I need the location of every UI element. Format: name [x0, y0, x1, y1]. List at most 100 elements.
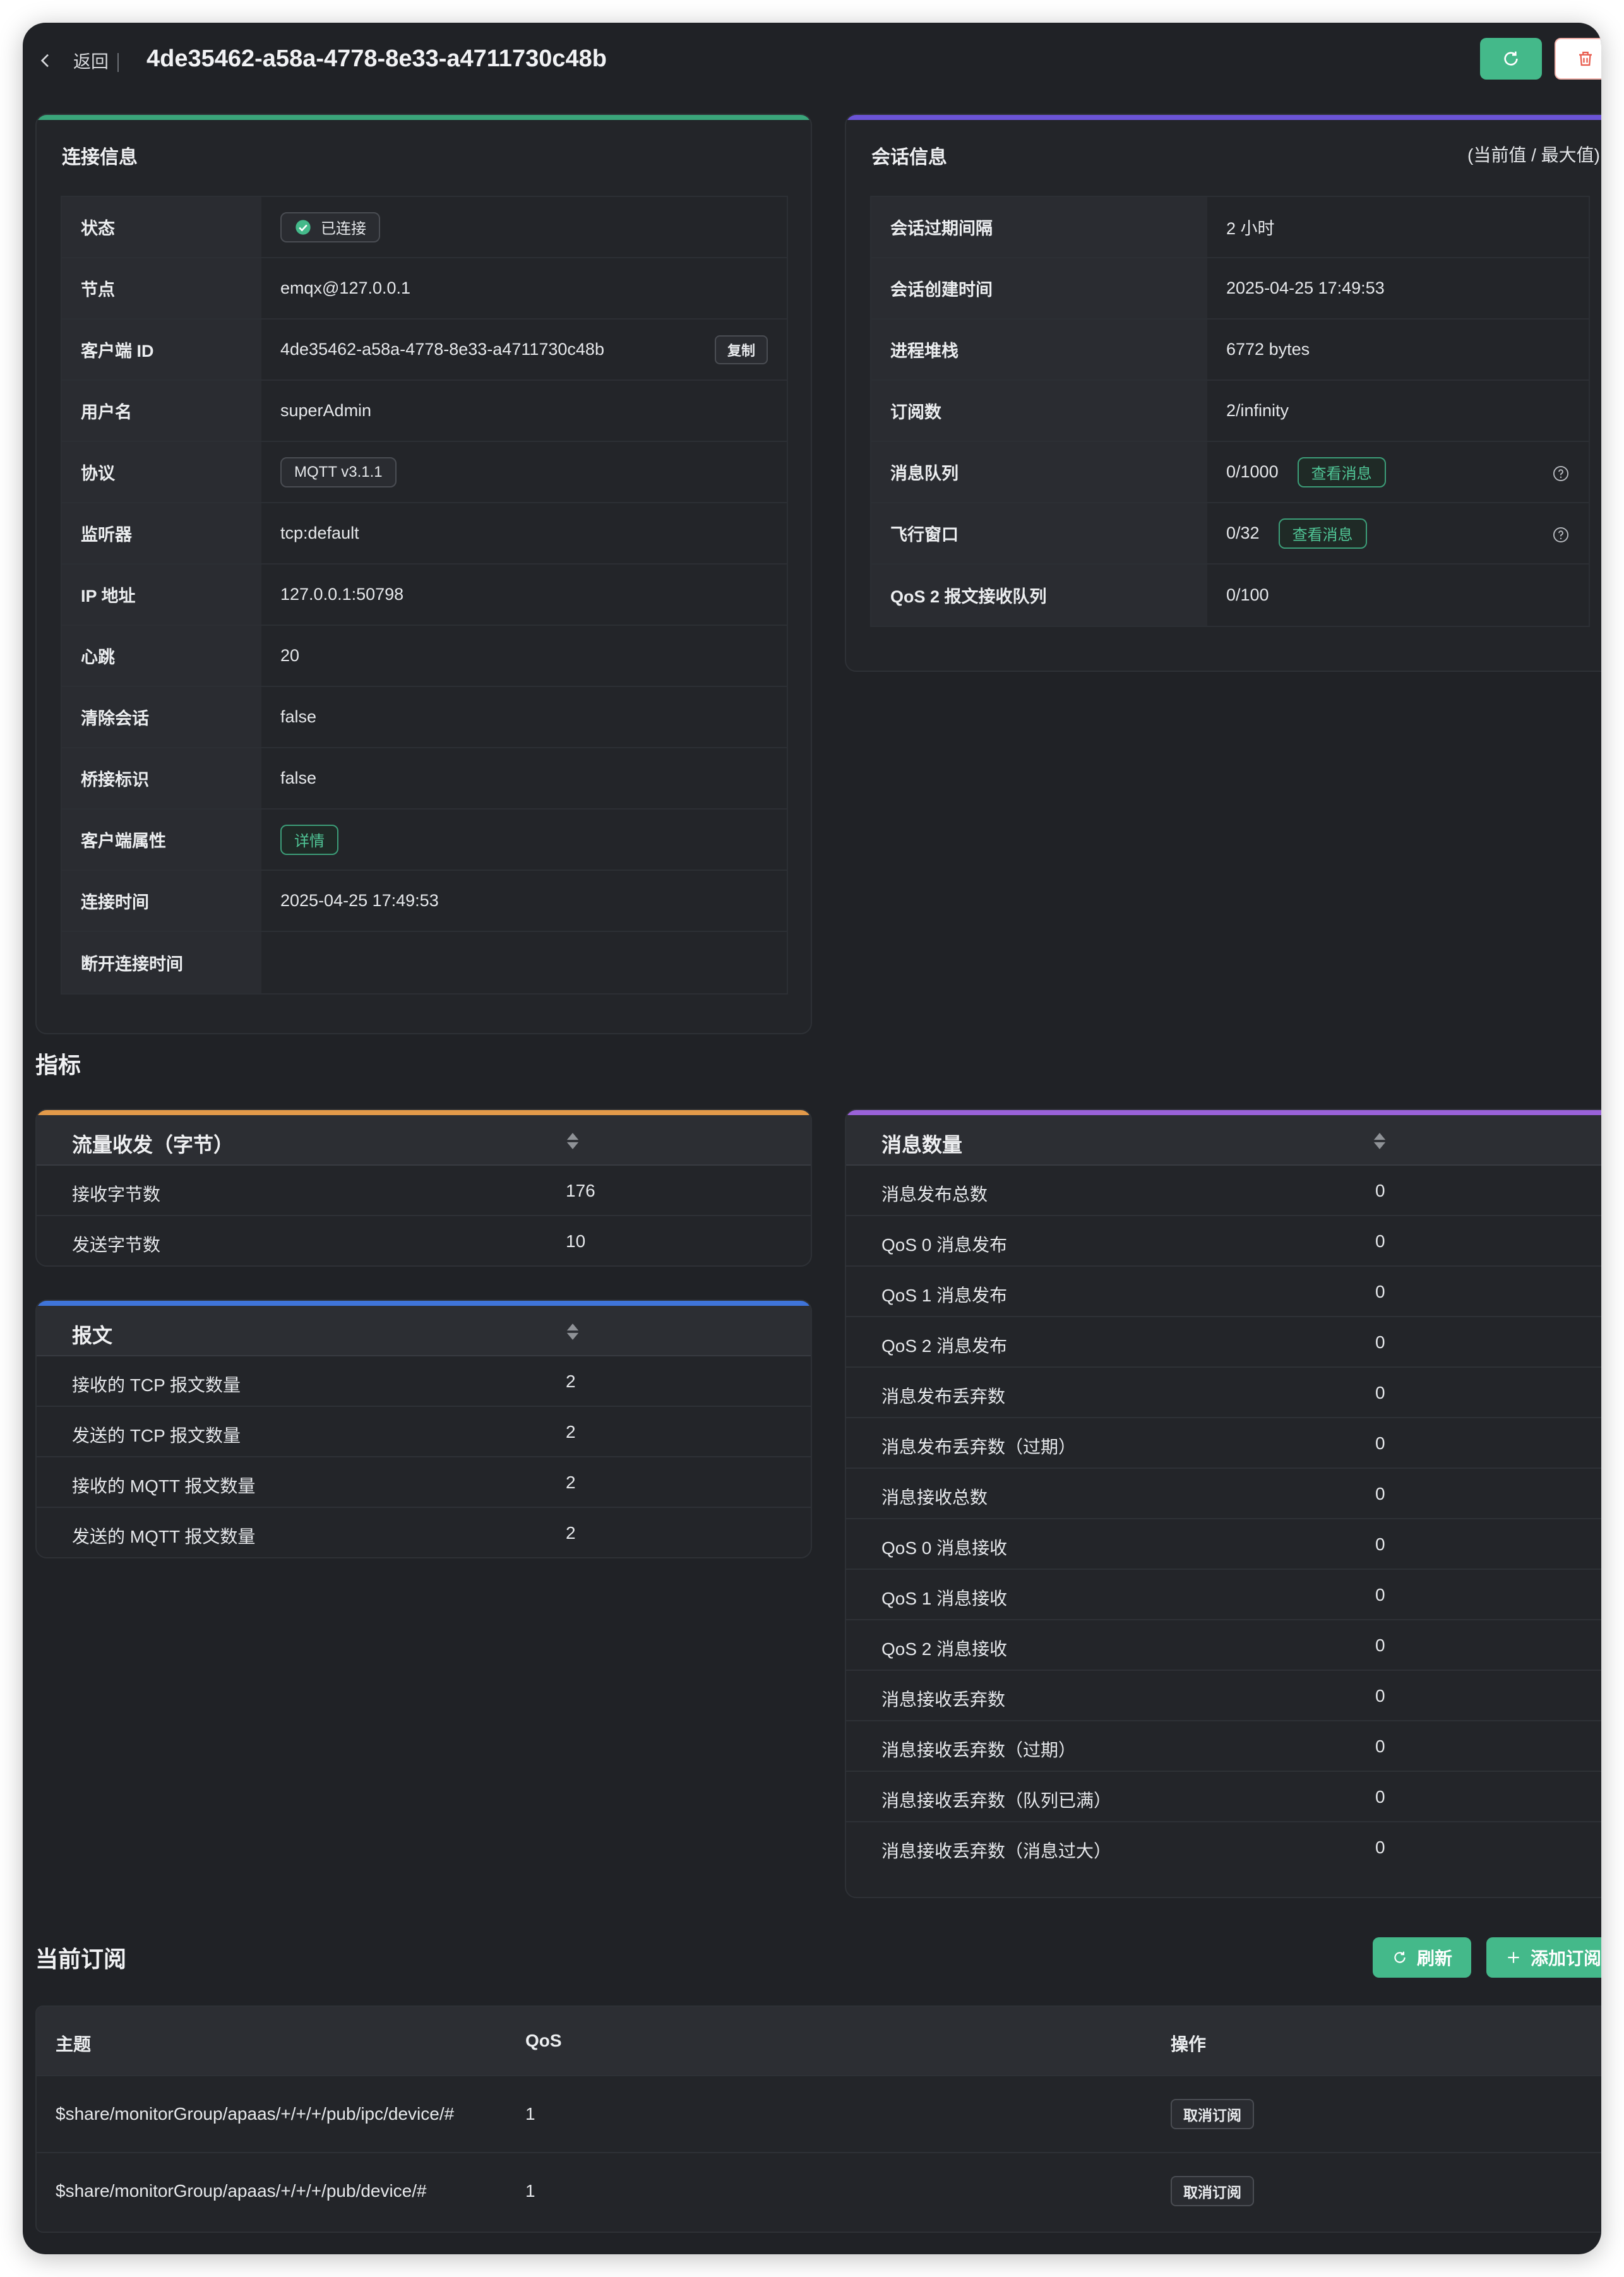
view-messages-button[interactable]: 查看消息 — [1278, 518, 1367, 549]
back-button[interactable]: 返回 — [35, 48, 109, 73]
unsubscribe-button[interactable]: 取消订阅 — [1171, 2176, 1254, 2206]
app-window: 返回 4de35462-a58a-4778-8e33-a4711730c48b … — [23, 23, 1601, 2254]
metric-name: 发送字节数 — [72, 1235, 161, 1255]
page-header: 返回 4de35462-a58a-4778-8e33-a4711730c48b — [23, 23, 1601, 105]
connection-row-node: 节点 emqx@127.0.0.1 — [62, 258, 787, 320]
copy-button[interactable]: 复制 — [714, 335, 768, 364]
metric-value: 0 — [1375, 1534, 1385, 1554]
row-key: 客户端属性 — [62, 810, 261, 870]
view-messages-button[interactable]: 查看消息 — [1297, 457, 1386, 487]
connection-row-bridge: 桥接标识 false — [62, 748, 787, 810]
row-key: 断开连接时间 — [62, 932, 261, 993]
unsubscribe-button[interactable]: 取消订阅 — [1171, 2099, 1254, 2129]
row-value: 0/100 — [1226, 585, 1269, 604]
sort-icon[interactable] — [566, 1322, 580, 1341]
metric-name: 接收字节数 — [72, 1185, 161, 1204]
row-value: 详情 — [261, 810, 787, 870]
table-row: $share/monitorGroup/apaas/+/+/+/pub/ipc/… — [37, 2075, 1601, 2152]
metric-name: 消息接收丢弃数（队列已满） — [881, 1791, 1112, 1810]
row-value: 2 小时 — [1226, 219, 1275, 238]
metric-value: 0 — [1375, 1484, 1385, 1503]
metric-value: 0 — [1375, 1282, 1385, 1301]
session-row-inflight: 飞行窗口 0/32 查看消息 — [871, 503, 1589, 565]
row-key: 订阅数 — [871, 381, 1207, 441]
metric-name: QoS 2 消息接收 — [881, 1639, 1008, 1659]
table-row: 接收的 TCP 报文数量 2 — [37, 1356, 811, 1407]
session-row-mqueue: 消息队列 0/1000 查看消息 — [871, 442, 1589, 503]
table-row: 发送字节数 10 — [37, 1216, 811, 1265]
page-content: 返回 4de35462-a58a-4778-8e33-a4711730c48b … — [23, 23, 1601, 2254]
delete-button[interactable] — [1555, 38, 1601, 80]
column-header-topic: 主题 — [56, 2035, 92, 2054]
table-row: 消息接收丢弃数（队列已满） 0 — [846, 1772, 1601, 1822]
add-subscription-button[interactable]: 添加订阅 — [1486, 1937, 1601, 1978]
row-value: 4de35462-a58a-4778-8e33-a4711730c48b 复制 — [261, 320, 787, 380]
session-row-created-at: 会话创建时间 2025-04-25 17:49:53 — [871, 258, 1589, 320]
connection-row-client-attrs: 客户端属性 详情 — [62, 810, 787, 871]
connection-row-status: 状态 已连接 — [62, 197, 787, 258]
header-divider — [117, 53, 119, 72]
row-key: 飞行窗口 — [871, 503, 1207, 563]
messages-card-accent — [846, 1110, 1601, 1115]
metric-name: 消息发布丢弃数（过期） — [881, 1437, 1077, 1457]
session-row-subscriptions: 订阅数 2/infinity — [871, 381, 1589, 442]
row-key: 用户名 — [62, 381, 261, 441]
help-icon[interactable] — [1552, 465, 1570, 482]
row-key: 消息队列 — [871, 442, 1207, 502]
details-button[interactable]: 详情 — [280, 824, 338, 855]
table-row: $share/monitorGroup/apaas/+/+/+/pub/devi… — [37, 2152, 1601, 2229]
refresh-button[interactable] — [1480, 38, 1542, 80]
row-value — [261, 932, 787, 993]
row-key: 监听器 — [62, 503, 261, 563]
row-key: 心跳 — [62, 626, 261, 686]
table-row: QoS 2 消息发布 0 — [846, 1317, 1601, 1368]
connection-row-protocol: 协议 MQTT v3.1.1 — [62, 442, 787, 503]
metric-name: 接收的 MQTT 报文数量 — [72, 1476, 256, 1496]
refresh-label: 刷新 — [1416, 1949, 1452, 1968]
metric-value: 2 — [566, 1523, 576, 1543]
metric-value: 0 — [1375, 1838, 1385, 1857]
row-key: 清除会话 — [62, 687, 261, 747]
table-row: QoS 1 消息接收 0 — [846, 1570, 1601, 1620]
column-header-action: 操作 — [1171, 2035, 1207, 2054]
connection-row-listener: 监听器 tcp:default — [62, 503, 787, 565]
row-value: superAdmin — [280, 401, 372, 420]
metric-value: 0 — [1375, 1787, 1385, 1807]
metric-name: 消息发布总数 — [881, 1185, 988, 1204]
help-icon[interactable] — [1552, 526, 1570, 544]
row-value: false — [280, 768, 317, 787]
row-key: 会话创建时间 — [871, 258, 1207, 318]
status-text: 已连接 — [321, 220, 366, 237]
table-row: QoS 0 消息发布 0 — [846, 1216, 1601, 1267]
sort-icon[interactable] — [1373, 1132, 1387, 1150]
back-label: 返回 — [73, 52, 109, 71]
connection-row-clean-session: 清除会话 false — [62, 687, 787, 748]
row-value: 2025-04-25 17:49:53 — [1226, 278, 1385, 297]
metric-name: 发送的 TCP 报文数量 — [72, 1426, 241, 1445]
row-value: MQTT v3.1.1 — [261, 442, 787, 502]
traffic-metrics-table: 流量收发（字节） 接收字节数 176 发送字节数 10 — [35, 1109, 812, 1267]
table-row: 接收的 MQTT 报文数量 2 — [37, 1457, 811, 1508]
refresh-icon — [1504, 51, 1518, 66]
row-value: 0/1000 查看消息 — [1207, 442, 1589, 502]
metric-value: 0 — [1375, 1332, 1385, 1352]
metric-value: 2 — [566, 1372, 576, 1391]
table-header: 主题 QoS 操作 — [37, 2007, 1601, 2075]
connection-row-ip: IP 地址 127.0.0.1:50798 — [62, 565, 787, 626]
subscriptions-title: 当前订阅 — [35, 1946, 127, 1972]
sort-icon[interactable] — [566, 1132, 580, 1150]
table-row: 消息发布丢弃数（过期） 0 — [846, 1418, 1601, 1469]
column-header-qos: QoS — [525, 2031, 562, 2050]
row-value: false — [280, 707, 317, 726]
row-key: 协议 — [62, 442, 261, 502]
session-table: 会话过期间隔 2 小时 会话创建时间 2025-04-25 17:49:53 进… — [870, 196, 1590, 627]
metric-value: 10 — [566, 1231, 586, 1251]
inflight-value: 0/32 — [1226, 523, 1260, 542]
row-value: 127.0.0.1:50798 — [280, 585, 404, 604]
metric-value: 0 — [1375, 1181, 1385, 1200]
row-value: 6772 bytes — [1226, 340, 1310, 359]
refresh-subscriptions-button[interactable]: 刷新 — [1373, 1937, 1471, 1978]
metric-value: 0 — [1375, 1686, 1385, 1706]
session-card-title: 会话信息 — [871, 147, 947, 168]
metric-name: 接收的 TCP 报文数量 — [72, 1375, 241, 1395]
